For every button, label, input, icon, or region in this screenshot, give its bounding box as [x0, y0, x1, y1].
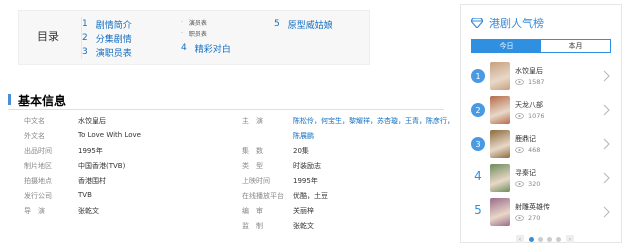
rank-number: 2: [471, 103, 485, 117]
pager-prev-button[interactable]: ‹: [516, 235, 524, 243]
toc-column-3: 5 原型威姑娘: [274, 17, 333, 31]
poster-thumbnail[interactable]: [490, 164, 510, 192]
chevron-right-icon[interactable]: [601, 172, 611, 184]
ranking-item[interactable]: 5 射雕英雄传 270: [471, 195, 619, 229]
chevron-right-icon[interactable]: [601, 206, 611, 218]
toc-column-1: 1 剧情简介 2 分集剧情 3 演职员表: [82, 17, 132, 59]
poster-thumbnail[interactable]: [490, 130, 510, 158]
eye-icon: [515, 215, 524, 221]
rank-title[interactable]: 鹿鼎记: [515, 134, 536, 144]
toc-item-3[interactable]: 3 演职员表: [82, 45, 132, 59]
cast-links[interactable]: 陈松伶，何宝生，黎耀祥，苏杏璇，王青，陈彦行，: [293, 116, 454, 126]
toc-item-5[interactable]: 5 原型威姑娘: [274, 17, 333, 31]
view-count: 270: [515, 214, 540, 222]
chevron-right-icon[interactable]: [601, 70, 611, 82]
pager-dot[interactable]: [547, 236, 552, 242]
view-count: 1076: [515, 112, 545, 120]
rank-number: 1: [471, 69, 485, 83]
eye-icon: [515, 181, 524, 187]
eye-icon: [515, 113, 524, 119]
cast-link-more[interactable]: 陈展鹏: [293, 131, 314, 141]
ranking-item[interactable]: 1 水饺皇后 1587: [471, 59, 619, 93]
rank-number: 3: [471, 137, 485, 151]
ranking-item[interactable]: 2 天龙八部 1076: [471, 93, 619, 127]
pager: ‹ ›: [513, 235, 577, 243]
pager-next-button[interactable]: ›: [566, 235, 574, 243]
toc-title: 目录: [37, 30, 59, 43]
toc-subitem-crew[interactable]: · 职员表: [181, 28, 231, 39]
table-of-contents: 目录 1 剧情简介 2 分集剧情 3 演职员表 · 演员表 · 职员表 4 精彩对白…: [18, 10, 370, 65]
section-divider: [8, 109, 444, 110]
section-accent-bar: [8, 94, 11, 105]
tab-today[interactable]: 今日: [472, 40, 541, 52]
poster-thumbnail[interactable]: [490, 198, 510, 226]
rank-title[interactable]: 寻秦记: [515, 168, 536, 178]
ranking-item[interactable]: 4 寻秦记 320: [471, 161, 619, 195]
view-count: 320: [515, 180, 540, 188]
ranking-tabs: 今日 本月: [471, 39, 611, 53]
pager-dot[interactable]: [556, 236, 561, 242]
toc-item-4[interactable]: 4 精彩对白: [181, 41, 231, 55]
rank-number: 4: [474, 169, 482, 183]
eye-icon: [515, 79, 524, 85]
toc-column-2: · 演员表 · 职员表 4 精彩对白: [181, 17, 231, 55]
rank-title[interactable]: 天龙八部: [515, 100, 543, 110]
view-count: 1587: [515, 78, 545, 86]
eye-icon: [515, 147, 524, 153]
ranking-item[interactable]: 3 鹿鼎记 468: [471, 127, 619, 161]
diamond-icon: [471, 18, 483, 28]
toc-item-1[interactable]: 1 剧情简介: [82, 17, 132, 31]
poster-thumbnail[interactable]: [490, 96, 510, 124]
poster-thumbnail[interactable]: [490, 62, 510, 90]
view-count: 468: [515, 146, 540, 154]
chevron-right-icon[interactable]: [601, 138, 611, 150]
chevron-right-icon[interactable]: [601, 104, 611, 116]
toc-item-2[interactable]: 2 分集剧情: [82, 31, 132, 45]
popularity-panel: 港剧人气榜 今日 本月 1 水饺皇后 1587 2 天龙八部 1076 3 鹿鼎记 468 4 寻秦…: [460, 4, 622, 243]
rank-title[interactable]: 水饺皇后: [515, 66, 543, 76]
section-title: 基本信息: [18, 94, 67, 108]
rank-title[interactable]: 射雕英雄传: [515, 202, 550, 212]
tab-month[interactable]: 本月: [541, 40, 610, 52]
rank-number: 5: [474, 203, 482, 217]
panel-title: 港剧人气榜: [471, 15, 544, 31]
pager-dot[interactable]: [538, 236, 543, 242]
toc-subitem-cast[interactable]: · 演员表: [181, 17, 231, 28]
pager-dot[interactable]: [529, 236, 534, 242]
